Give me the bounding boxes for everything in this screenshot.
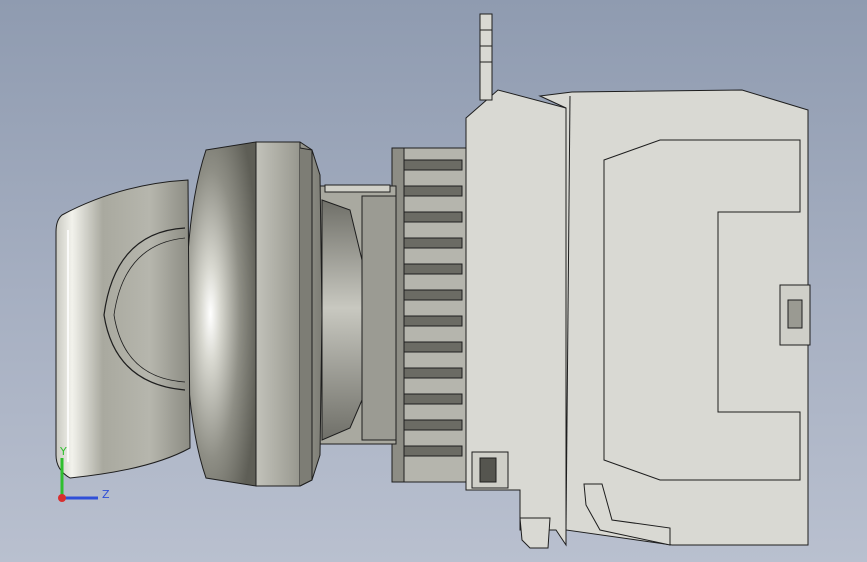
triad-z-label: Z (102, 488, 110, 501)
triad-y-label: Y (59, 445, 67, 458)
gear-ring (391, 147, 467, 483)
bezel-ring (185, 141, 323, 487)
cad-viewport[interactable]: Y Z (0, 0, 867, 562)
contact-block (465, 13, 811, 549)
switch-3d-model: Y Z (55, 13, 811, 549)
actuator-shaft (319, 184, 397, 445)
selector-knob (55, 179, 191, 479)
